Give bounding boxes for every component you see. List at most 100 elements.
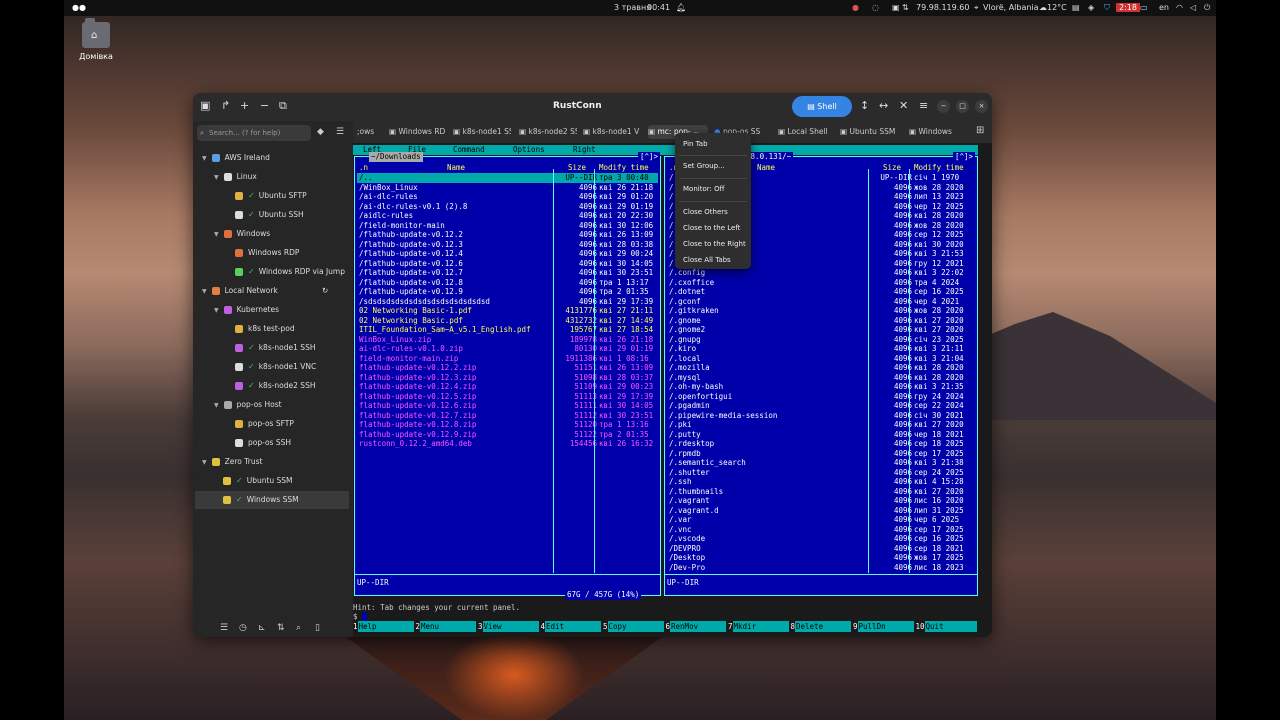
- tree-group[interactable]: ▼ Linux: [214, 168, 257, 186]
- stats-icon[interactable]: ⊾: [258, 623, 266, 633]
- function-key-5[interactable]: 5Copy: [603, 621, 665, 632]
- sort-icon[interactable]: ⇅: [277, 623, 285, 633]
- function-key-1[interactable]: 1Help: [353, 621, 415, 632]
- expand-arrow-icon[interactable]: ▼: [214, 307, 219, 314]
- file-row[interactable]: /.gnupg 4096 січ 23 2025: [667, 335, 975, 345]
- expand-arrow-icon[interactable]: ▼: [214, 174, 219, 181]
- expand-arrow-icon[interactable]: ▼: [202, 288, 207, 295]
- file-row[interactable]: /flathub-update-v0.12.4 4096 кві 29 00:24: [357, 249, 658, 259]
- function-key-2[interactable]: 2Menu: [416, 621, 478, 632]
- home-folder-icon[interactable]: ⌂: [82, 18, 110, 48]
- tree-group[interactable]: ▼ Local Network ↻: [202, 282, 328, 300]
- tray-icon[interactable]: ◈: [1088, 3, 1094, 12]
- network-icon[interactable]: ⇅: [902, 3, 909, 12]
- file-row[interactable]: rustconn_0.12.2_amd64.deb 154456 кві 26 16…: [357, 439, 658, 449]
- tree-item[interactable]: ✓ Windows RDP via Jump: [226, 263, 345, 281]
- tray-icon[interactable]: ▤: [1072, 3, 1080, 12]
- context-menu-item[interactable]: Monitor: Off: [683, 185, 724, 193]
- file-row[interactable]: flathub-update-v0.12.5.zip 51113 кві 29 17…: [357, 392, 658, 402]
- battery-indicator[interactable]: 2:18: [1116, 3, 1140, 12]
- function-key-8[interactable]: 8Delete: [791, 621, 853, 632]
- file-row[interactable]: flathub-update-v0.12.2.zip 51151 кві 26 13…: [357, 363, 658, 373]
- left-panel[interactable]: ~/Downloads [^]> .n Name Size Modify time/.…: [354, 152, 661, 600]
- find-icon[interactable]: ⌕: [296, 623, 301, 633]
- mc-menu-item[interactable]: Command: [453, 145, 485, 155]
- file-row[interactable]: /.cxoffice 4096 тра 4 2024: [667, 278, 975, 288]
- file-row[interactable]: /.vscode 4096 сер 16 2025: [667, 534, 975, 544]
- context-menu-item[interactable]: Close to the Left: [683, 224, 740, 232]
- file-row[interactable]: flathub-update-v0.12.3.zip 51098 кві 28 03…: [357, 373, 658, 383]
- function-key-4[interactable]: 4Edit: [541, 621, 603, 632]
- file-row[interactable]: /.rdesktop 4096 сер 18 2025: [667, 439, 975, 449]
- tray-icon[interactable]: ●: [852, 3, 859, 12]
- function-key-3[interactable]: 3View: [478, 621, 540, 632]
- file-row[interactable]: /Desktop 4096 жов 17 2025: [667, 553, 975, 563]
- remove-icon[interactable]: −: [260, 99, 269, 112]
- file-row[interactable]: /.var 4096 чер 6 2025: [667, 515, 975, 525]
- tab[interactable]: ▣ Local Shell: [778, 125, 834, 139]
- expand-arrow-icon[interactable]: ▼: [202, 155, 207, 162]
- function-key-10[interactable]: 10Quit: [916, 621, 978, 632]
- file-row[interactable]: /.semantic_search 4096 кві 3 21:38: [667, 458, 975, 468]
- tree-item[interactable]: ✓ Windows SSM: [195, 491, 349, 509]
- shell-button[interactable]: ▤ Shell: [792, 96, 852, 117]
- file-row[interactable]: /ai-dlc-rules-v0.1 (2).8 4096 кві 29 01:19: [357, 202, 658, 212]
- language-indicator[interactable]: en: [1159, 3, 1169, 12]
- tree-group[interactable]: ▼ Windows: [214, 225, 270, 243]
- tree-item[interactable]: k8s test-pod: [226, 320, 295, 338]
- file-row[interactable]: /flathub-update-v0.12.2 4096 кві 26 13:09: [357, 230, 658, 240]
- context-menu-item[interactable]: Close All Tabs: [683, 256, 731, 264]
- file-row[interactable]: /sdsdsdsdsdsdsdsdsdsdsdsdsdsd 4096 кві 29 …: [357, 297, 658, 307]
- file-row[interactable]: /aidlc-rules 4096 кві 20 22:30: [357, 211, 658, 221]
- tree-item[interactable]: ✓ Ubuntu SFTP: [226, 187, 307, 205]
- refresh-icon[interactable]: ↻: [322, 282, 328, 300]
- file-row[interactable]: /.oh-my-bash 4096 кві 3 21:35: [667, 382, 975, 392]
- file-row[interactable]: /.rpmdb 4096 сер 17 2025: [667, 449, 975, 459]
- file-row[interactable]: ITIL_Foundation_Sam~A_v5.1_English.pdf 19…: [357, 325, 658, 335]
- search-input[interactable]: Search... (? for help): [197, 125, 311, 141]
- tree-group[interactable]: ▼ Kubernetes: [214, 301, 279, 319]
- power-icon[interactable]: ⏻: [1204, 3, 1210, 13]
- tree-item[interactable]: Windows RDP: [226, 244, 299, 262]
- tab[interactable]: ▣ k8s-node2 SS: [519, 125, 577, 139]
- tree-group[interactable]: ▼ Zero Trust: [202, 453, 262, 471]
- tree-item[interactable]: ✓ k8s-node2 SSH: [226, 377, 315, 395]
- list-icon[interactable]: ☰: [336, 127, 344, 137]
- wifi-icon[interactable]: ◠: [1176, 3, 1183, 12]
- tab[interactable]: ▣ k8s-node1 SS: [453, 125, 511, 139]
- date-label[interactable]: 3 травня: [614, 3, 651, 12]
- function-key-6[interactable]: 6RenMov: [666, 621, 728, 632]
- file-row[interactable]: /.pki 4096 кві 27 2020: [667, 420, 975, 430]
- file-row[interactable]: /.. UP--DIR тра 3 00:40: [357, 173, 658, 183]
- close-button[interactable]: ×: [975, 100, 988, 113]
- file-row[interactable]: /.vnc 4096 сер 17 2025: [667, 525, 975, 535]
- file-row[interactable]: /flathub-update-v0.12.8 4096 тра 1 13:17: [357, 278, 658, 288]
- tab[interactable]: ▣ Ubuntu SSM: [840, 125, 906, 139]
- minimize-button[interactable]: −: [937, 100, 950, 113]
- file-row[interactable]: /WinBox_Linux 4096 кві 26 21:18: [357, 183, 658, 193]
- file-row[interactable]: /.mozilla 4096 кві 28 2020: [667, 363, 975, 373]
- file-row[interactable]: /.mysql 4096 кві 28 2020: [667, 373, 975, 383]
- file-row[interactable]: WinBox_Linux.zip 189978 кві 26 21:18: [357, 335, 658, 345]
- tab[interactable]: ▣ k8s-node1 V: [583, 125, 641, 139]
- context-menu-item[interactable]: Set Group...: [683, 162, 725, 170]
- file-row[interactable]: /flathub-update-v0.12.7 4096 кві 30 23:51: [357, 268, 658, 278]
- clock[interactable]: 00:41: [647, 3, 670, 12]
- right-panel-corner[interactable]: [^]>: [953, 152, 976, 162]
- tab[interactable]: ▣ Windows: [909, 125, 973, 139]
- file-row[interactable]: /.gconf 4096 чер 4 2021: [667, 297, 975, 307]
- context-menu-item[interactable]: Close to the Right: [683, 240, 746, 248]
- split-vertical-icon[interactable]: ↕: [860, 99, 869, 112]
- history-icon[interactable]: ◷: [239, 623, 247, 633]
- tree-item[interactable]: ✓ k8s-node1 SSH: [226, 339, 315, 357]
- tab-overview-icon[interactable]: ⊞: [976, 125, 984, 136]
- tree-group[interactable]: ▼ pop-os Host: [214, 396, 282, 414]
- file-row[interactable]: flathub-update-v0.12.9.zip 51122 тра 2 01:…: [357, 430, 658, 440]
- expand-arrow-icon[interactable]: ▼: [214, 402, 219, 409]
- file-row[interactable]: ai-dlc-rules-v0.1.0.zip 80130 кві 29 01:19: [357, 344, 658, 354]
- tray-icon[interactable]: ◌: [872, 3, 879, 12]
- tray-icon[interactable]: ▣: [892, 3, 900, 12]
- left-panel-corner[interactable]: [^]>: [638, 152, 661, 162]
- file-row[interactable]: /field-monitor-main 4096 кві 30 12:06: [357, 221, 658, 231]
- file-row[interactable]: /.vagrant 4096 лис 16 2020: [667, 496, 975, 506]
